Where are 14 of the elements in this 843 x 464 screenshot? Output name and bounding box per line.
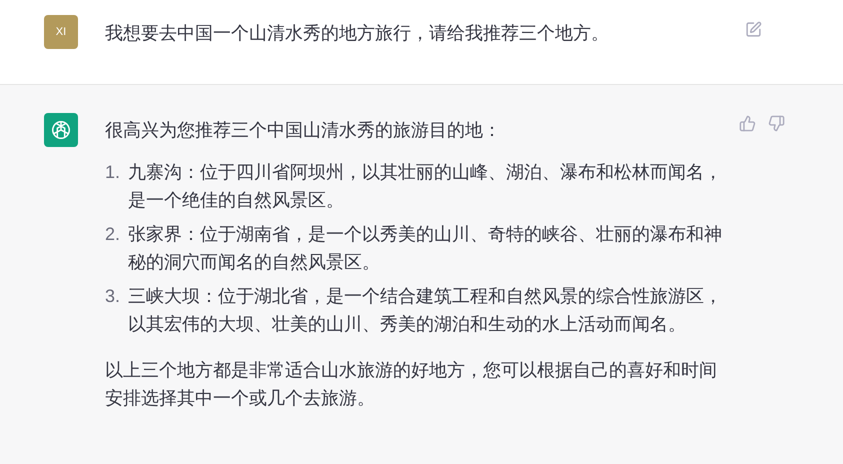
list-item: 张家界：位于湖南省，是一个以秀美的山川、奇特的峡谷、壮丽的瀑布和神秘的洞穴而闻名的自然风景区。 xyxy=(128,223,723,274)
thumbs-up-button[interactable] xyxy=(739,115,756,132)
thumbs-down-button[interactable] xyxy=(768,115,785,132)
list-number: 3. xyxy=(105,285,122,308)
user-message: 我想要去中国一个山清水秀的地方旅行，请给我推荐三个地方。 xyxy=(105,22,610,45)
list-item: 九寨沟：位于四川省阿坝州，以其壮丽的山峰、湖泊、瀑布和松林而闻名，是一个绝佳的自然风景区。 xyxy=(128,161,723,212)
edit-button[interactable] xyxy=(745,21,762,38)
list-number: 1. xyxy=(105,161,122,184)
assistant-message: 很高兴为您推荐三个中国山清水秀的旅游目的地： xyxy=(105,119,502,142)
list-item: 三峡大坝：位于湖北省，是一个结合建筑工程和自然风景的综合性旅游区，以其宏伟的大坝、壮美的山川、秀美的湖泊和生动的水上活动而闻名。 xyxy=(128,285,723,336)
list-number: 2. xyxy=(105,223,122,246)
knot-logo-icon xyxy=(50,119,72,141)
user-avatar: XI xyxy=(44,15,78,49)
assistant-message: 以上三个地方都是非常适合山水旅游的好地方，您可以根据自己的喜好和时间安排选择其中一个或几个去旅游。 xyxy=(105,359,718,410)
